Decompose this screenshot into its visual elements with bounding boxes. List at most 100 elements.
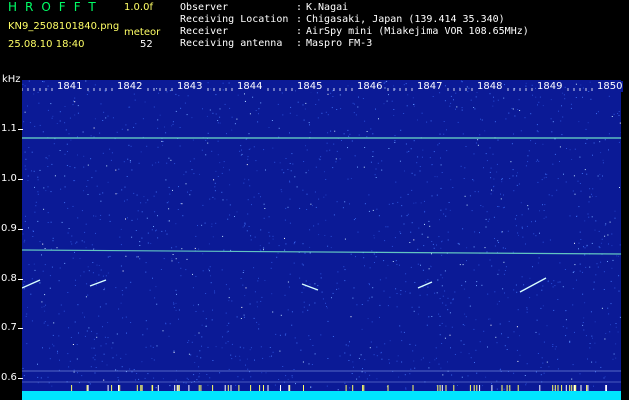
noise-pixel xyxy=(167,220,169,222)
noise-pixel xyxy=(87,266,89,268)
noise-pixel xyxy=(415,202,417,204)
noise-pixel xyxy=(73,371,75,373)
noise-pixel xyxy=(516,326,518,328)
noise-pixel xyxy=(253,196,255,198)
noise-pixel xyxy=(169,90,171,92)
noise-pixel xyxy=(68,228,70,229)
noise-pixel xyxy=(405,143,407,145)
noise-pixel xyxy=(153,106,155,108)
noise-pixel xyxy=(310,203,312,205)
noise-pixel xyxy=(129,160,131,162)
noise-pixel xyxy=(58,335,60,337)
noise-pixel xyxy=(394,142,396,143)
noise-pixel xyxy=(584,302,586,304)
noise-pixel xyxy=(186,377,188,379)
noise-pixel xyxy=(503,261,505,263)
noise-pixel xyxy=(557,359,558,360)
noise-pixel xyxy=(438,236,440,238)
noise-pixel xyxy=(288,286,290,288)
noise-pixel xyxy=(498,269,500,271)
noise-pixel xyxy=(94,84,96,86)
noise-pixel xyxy=(466,260,467,262)
noise-pixel xyxy=(431,164,433,165)
noise-pixel xyxy=(81,210,83,212)
noise-pixel xyxy=(393,109,395,110)
noise-pixel xyxy=(605,333,607,334)
noise-pixel xyxy=(514,115,516,117)
noise-pixel xyxy=(352,102,354,104)
noise-pixel xyxy=(314,283,316,285)
noise-pixel xyxy=(430,266,432,268)
noise-pixel xyxy=(119,236,121,238)
noise-pixel xyxy=(438,142,440,144)
noise-pixel xyxy=(578,248,579,250)
noise-pixel xyxy=(393,115,395,116)
noise-pixel xyxy=(117,377,119,378)
noise-pixel xyxy=(353,219,355,221)
noise-pixel xyxy=(135,123,137,125)
noise-pixel xyxy=(135,379,136,381)
noise-pixel xyxy=(491,189,492,191)
noise-pixel xyxy=(43,187,45,189)
noise-pixel xyxy=(396,293,398,294)
noise-pixel xyxy=(33,170,35,172)
noise-pixel xyxy=(320,273,322,275)
noise-pixel xyxy=(498,300,500,302)
noise-pixel xyxy=(170,159,172,161)
noise-pixel xyxy=(310,386,312,388)
noise-pixel xyxy=(349,133,351,135)
noise-pixel xyxy=(74,285,76,286)
noise-pixel xyxy=(603,289,605,290)
noise-pixel xyxy=(602,159,604,161)
noise-pixel xyxy=(408,150,410,152)
time-label: 1843 xyxy=(176,81,204,92)
noise-pixel xyxy=(426,181,428,183)
noise-pixel xyxy=(538,160,540,162)
noise-pixel xyxy=(339,355,341,357)
noise-pixel xyxy=(263,203,265,205)
noise-pixel xyxy=(47,109,49,111)
noise-pixel xyxy=(532,94,533,96)
noise-pixel xyxy=(424,200,425,202)
noise-pixel xyxy=(354,155,356,157)
noise-pixel xyxy=(209,377,211,379)
noise-pixel xyxy=(208,268,210,270)
noise-pixel xyxy=(39,282,41,284)
noise-pixel xyxy=(554,153,556,155)
noise-pixel xyxy=(465,146,467,147)
noise-pixel xyxy=(537,353,539,354)
noise-pixel xyxy=(479,232,480,234)
noise-pixel xyxy=(305,280,307,282)
noise-pixel xyxy=(93,215,95,217)
noise-pixel xyxy=(146,328,148,330)
noise-pixel xyxy=(493,178,495,180)
noise-pixel xyxy=(35,201,37,203)
noise-pixel xyxy=(146,145,148,147)
noise-pixel xyxy=(455,92,457,94)
noise-pixel xyxy=(245,364,246,366)
noise-pixel xyxy=(278,379,280,380)
noise-pixel xyxy=(241,149,242,151)
noise-pixel xyxy=(275,333,277,335)
noise-pixel xyxy=(553,280,555,282)
noise-pixel xyxy=(608,243,609,245)
noise-pixel xyxy=(247,368,249,370)
noise-pixel xyxy=(586,139,588,140)
y-axis-label: 1.1 xyxy=(1,123,17,134)
noise-pixel xyxy=(465,281,467,283)
noise-pixel xyxy=(135,230,137,231)
noise-pixel xyxy=(294,241,296,243)
noise-pixel xyxy=(302,264,304,266)
noise-pixel xyxy=(347,178,349,180)
noise-pixel xyxy=(228,368,230,370)
noise-pixel xyxy=(83,155,85,157)
noise-pixel xyxy=(214,290,215,292)
noise-pixel xyxy=(100,269,102,271)
noise-pixel xyxy=(587,122,589,124)
noise-pixel xyxy=(370,128,372,130)
noise-pixel xyxy=(569,340,571,342)
noise-pixel xyxy=(461,80,462,82)
noise-pixel xyxy=(111,347,113,349)
noise-pixel xyxy=(208,243,210,245)
noise-pixel xyxy=(47,166,49,167)
